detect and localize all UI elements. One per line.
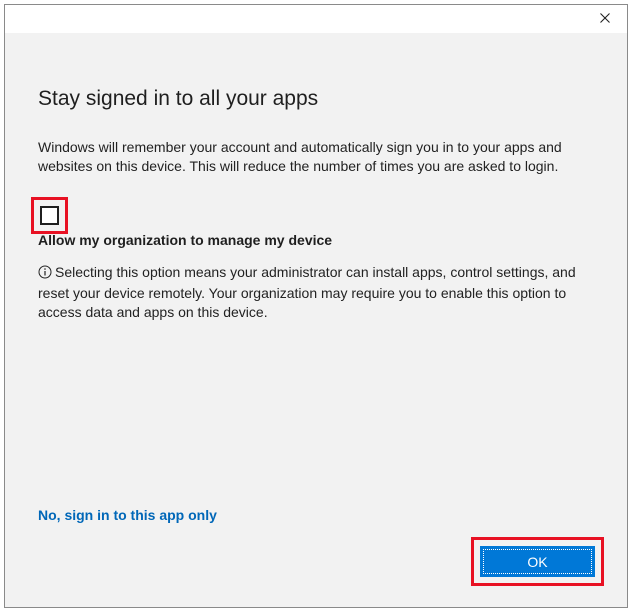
title-bar <box>5 5 627 33</box>
dialog-description: Windows will remember your account and a… <box>38 139 562 174</box>
manage-device-checkbox[interactable] <box>40 206 59 225</box>
sign-in-app-only-link[interactable]: No, sign in to this app only <box>38 507 217 523</box>
manage-device-label[interactable]: Allow my organization to manage my devic… <box>38 232 332 248</box>
close-button[interactable] <box>587 5 623 33</box>
dialog-window: Stay signed in to all your apps Windows … <box>4 4 628 608</box>
info-message: Selecting this option means your adminis… <box>38 263 603 322</box>
ok-highlight-box: OK <box>471 537 604 586</box>
info-message-text: Selecting this option means your adminis… <box>38 264 576 320</box>
ok-button[interactable]: OK <box>480 546 595 577</box>
checkbox-highlight-box <box>31 197 68 234</box>
close-icon <box>600 10 610 28</box>
dialog-heading: Stay signed in to all your apps <box>38 87 319 110</box>
info-icon <box>38 265 52 284</box>
